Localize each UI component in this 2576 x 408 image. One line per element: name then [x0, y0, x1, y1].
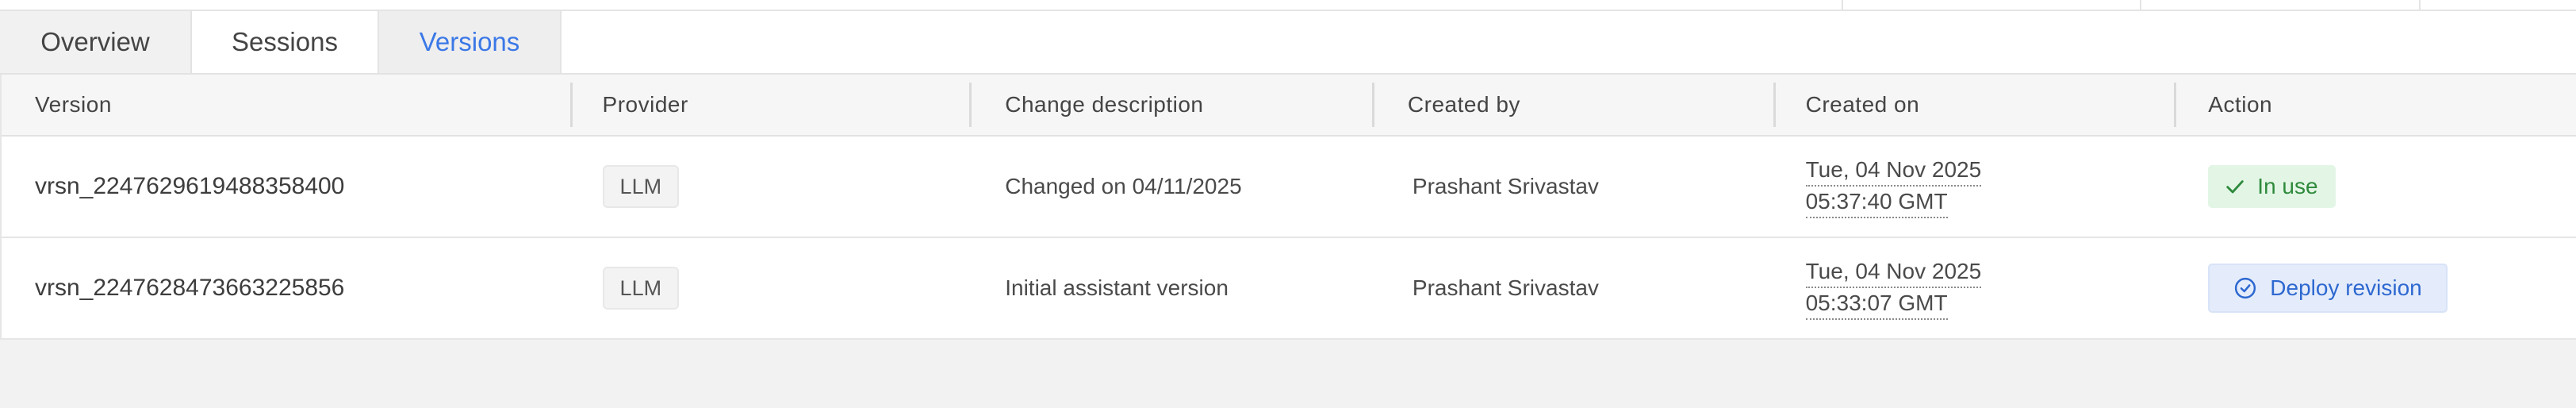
- column-header-created-on-label: Created on: [1805, 92, 1920, 117]
- created-by-cell: Prashant Srivastav: [1374, 238, 1776, 338]
- in-use-badge: In use: [2208, 165, 2336, 208]
- change-description: Changed on 04/11/2025: [1005, 174, 1242, 198]
- top-strip-divider: [2419, 0, 2421, 10]
- created-by: Prashant Srivastav: [1412, 275, 1599, 300]
- versions-table: Version Provider Change description Crea…: [0, 75, 2576, 340]
- tab-bar: Overview Sessions Versions: [0, 11, 2576, 75]
- action-cell: Deploy revision: [2176, 238, 2576, 338]
- circle-check-icon: [2235, 277, 2256, 299]
- column-header-created-on[interactable]: Created on: [1776, 75, 2177, 135]
- tab-versions[interactable]: Versions: [379, 11, 562, 73]
- column-header-action: Action: [2176, 75, 2576, 135]
- change-description-cell: Initial assistant version: [972, 238, 1374, 338]
- top-strip: [0, 0, 2576, 11]
- top-strip-divider: [2140, 0, 2141, 10]
- tab-overview[interactable]: Overview: [0, 11, 192, 73]
- column-header-version-label: Version: [35, 92, 112, 117]
- created-on-cell: Tue, 04 Nov 2025 05:37:40 GMT: [1776, 137, 2177, 237]
- version-cell: vrsn_2247628473663225856: [2, 238, 573, 338]
- created-on-cell: Tue, 04 Nov 2025 05:33:07 GMT: [1776, 238, 2177, 338]
- table-header: Version Provider Change description Crea…: [2, 75, 2576, 137]
- check-icon: [2226, 180, 2244, 194]
- created-on-time: 05:37:40 GMT: [1805, 187, 1948, 218]
- table-row[interactable]: vrsn_2247629619488358400 LLM Changed on …: [2, 137, 2576, 238]
- created-by-cell: Prashant Srivastav: [1374, 137, 1776, 237]
- provider-cell: LLM: [573, 238, 972, 338]
- top-strip-divider: [1842, 0, 1843, 10]
- deploy-revision-label: Deploy revision: [2270, 275, 2422, 300]
- column-header-created-by[interactable]: Created by: [1374, 75, 1776, 135]
- created-on-time: 05:33:07 GMT: [1805, 288, 1948, 320]
- tab-sessions[interactable]: Sessions: [192, 11, 379, 73]
- provider-chip: LLM: [602, 165, 680, 208]
- provider-cell: LLM: [573, 137, 972, 237]
- column-header-change-description[interactable]: Change description: [972, 75, 1374, 135]
- column-header-created-by-label: Created by: [1407, 92, 1520, 117]
- column-header-provider[interactable]: Provider: [573, 75, 972, 135]
- table-row[interactable]: vrsn_2247628473663225856 LLM Initial ass…: [2, 238, 2576, 340]
- created-by: Prashant Srivastav: [1412, 174, 1599, 198]
- created-on-date: Tue, 04 Nov 2025: [1805, 155, 1982, 187]
- column-header-version[interactable]: Version: [2, 75, 573, 135]
- change-description-cell: Changed on 04/11/2025: [972, 137, 1374, 237]
- created-on-timestamp[interactable]: Tue, 04 Nov 2025 05:33:07 GMT: [1805, 256, 1982, 320]
- provider-chip: LLM: [602, 267, 680, 310]
- deploy-revision-button[interactable]: Deploy revision: [2208, 264, 2448, 313]
- version-id: vrsn_2247628473663225856: [35, 275, 345, 301]
- change-description: Initial assistant version: [1005, 275, 1229, 300]
- created-on-date: Tue, 04 Nov 2025: [1805, 256, 1982, 288]
- created-on-timestamp[interactable]: Tue, 04 Nov 2025 05:37:40 GMT: [1805, 155, 1982, 218]
- in-use-label: In use: [2257, 174, 2318, 198]
- column-header-action-label: Action: [2208, 92, 2273, 117]
- version-id: vrsn_2247629619488358400: [35, 173, 345, 199]
- column-header-provider-label: Provider: [602, 92, 688, 117]
- action-cell: In use: [2176, 137, 2576, 237]
- version-cell: vrsn_2247629619488358400: [2, 137, 573, 237]
- column-header-change-description-label: Change description: [1005, 92, 1204, 117]
